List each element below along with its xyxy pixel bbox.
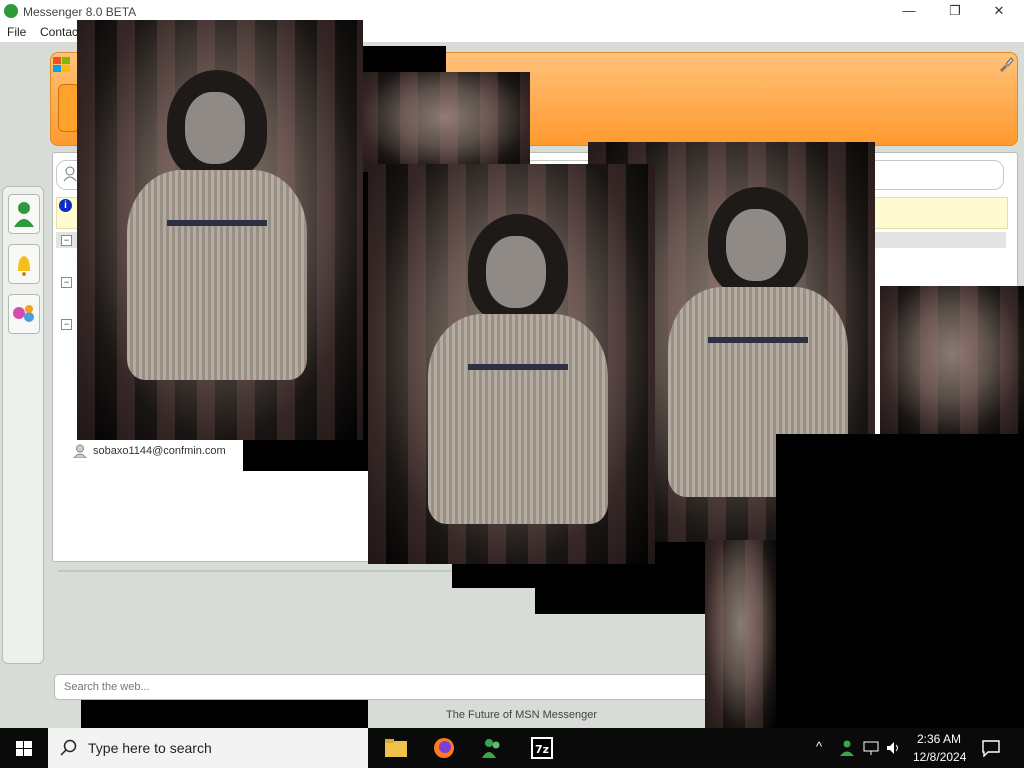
overlay-black-block <box>81 700 368 728</box>
windows-start-icon[interactable] <box>0 728 48 768</box>
messenger-taskbar-icon[interactable] <box>480 736 504 760</box>
minimize-button[interactable]: — <box>886 0 932 22</box>
green-buddy-icon <box>14 202 34 227</box>
group-collapse-toggle[interactable]: − <box>61 277 72 288</box>
clock-time[interactable]: 2:36 AM <box>917 732 961 746</box>
contact-list-item[interactable]: sobaxo1144@confmin.com <box>93 445 226 457</box>
close-button[interactable]: ✕ <box>976 0 1022 22</box>
messenger-tray-icon[interactable] <box>838 739 856 757</box>
window-title: Messenger 8.0 BETA <box>23 5 137 19</box>
tray-overflow-chevron[interactable]: ^ <box>816 739 822 754</box>
group-collapse-toggle[interactable]: − <box>61 235 72 246</box>
overlay-photo <box>368 164 655 564</box>
overlay-photo <box>705 540 777 728</box>
offline-buddy-icon <box>73 444 87 458</box>
butterfly-icon <box>13 305 34 322</box>
search-icon <box>60 739 77 756</box>
contacts-tab[interactable] <box>8 194 40 234</box>
menu-file[interactable]: File <box>7 25 26 39</box>
file-explorer-icon[interactable] <box>384 736 408 760</box>
windows-flag-icon <box>53 57 70 72</box>
volume-icon[interactable] <box>886 740 902 756</box>
footer-tagline: The Future of MSN Messenger <box>446 709 598 721</box>
web-search-input[interactable] <box>64 681 664 693</box>
info-icon[interactable]: i <box>59 199 72 212</box>
group-collapse-toggle[interactable]: − <box>61 319 72 330</box>
notification-icon[interactable] <box>982 739 1000 757</box>
network-icon[interactable] <box>862 740 880 756</box>
title-bar <box>0 0 1024 22</box>
bell-icon <box>18 256 30 276</box>
svg-text:7z: 7z <box>535 743 549 756</box>
person-icon <box>63 166 77 182</box>
overlay-black-block <box>776 434 1024 728</box>
taskbar-search-placeholder: Type here to search <box>88 740 212 756</box>
menu-contacts[interactable]: Contac <box>40 25 78 39</box>
7zip-icon[interactable]: 7z <box>530 736 554 760</box>
firefox-icon[interactable] <box>432 736 456 760</box>
overlay-photo <box>880 286 1024 436</box>
restore-button[interactable]: ❐ <box>932 0 978 22</box>
games-tab[interactable] <box>8 294 40 334</box>
messenger-icon <box>4 4 18 18</box>
clock-date[interactable]: 12/8/2024 <box>913 750 966 764</box>
paint-brush-icon[interactable] <box>998 56 1014 72</box>
overlay-photo <box>360 72 530 172</box>
alerts-tab[interactable] <box>8 244 40 284</box>
overlay-photo <box>77 20 363 440</box>
